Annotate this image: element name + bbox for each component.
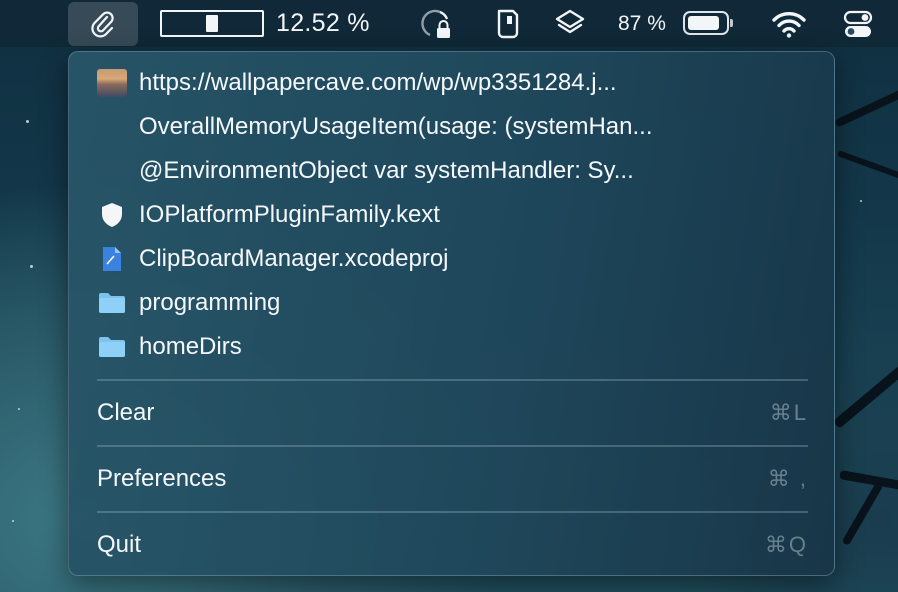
- battery-level-fill: [688, 16, 720, 30]
- clear-shortcut: ⌘L: [769, 400, 808, 425]
- layers-icon[interactable]: [550, 0, 590, 47]
- menu-separator: [97, 379, 808, 381]
- history-item-label: https://wallpapercave.com/wp/wp3351284.j…: [139, 69, 617, 96]
- tree-branch: [832, 363, 898, 429]
- menu-separator: [97, 511, 808, 513]
- menu-separator: [97, 445, 808, 447]
- quit-button[interactable]: Quit ⌘Q: [97, 523, 808, 567]
- clipboard-history-menu: https://wallpapercave.com/wp/wp3351284.j…: [68, 51, 835, 576]
- history-item-label: @EnvironmentObject var systemHandler: Sy…: [139, 157, 634, 184]
- memory-usage-percent: 12.52 %: [276, 9, 370, 37]
- tree-branch: [841, 481, 884, 546]
- shield-icon: [97, 201, 127, 229]
- history-item-label: homeDirs: [139, 333, 242, 360]
- control-center-icon[interactable]: [838, 0, 878, 47]
- quit-label: Quit: [97, 531, 142, 558]
- memory-usage-fill: [206, 15, 218, 32]
- clipboard-menu-button[interactable]: [68, 2, 138, 46]
- image-thumbnail-icon: [97, 69, 127, 97]
- clear-label: Clear: [97, 399, 155, 426]
- history-item[interactable]: OverallMemoryUsageItem(usage: (systemHan…: [69, 105, 834, 149]
- star: [26, 120, 29, 123]
- memory-usage-bar[interactable]: [160, 10, 264, 37]
- xcode-document-icon: [97, 245, 127, 273]
- tree-branch: [834, 82, 898, 128]
- history-item[interactable]: programming: [69, 281, 834, 325]
- folder-icon: [97, 289, 127, 317]
- history-item[interactable]: homeDirs: [69, 325, 834, 369]
- phone-icon[interactable]: [490, 0, 526, 47]
- preferences-label: Preferences: [97, 465, 227, 492]
- star: [30, 265, 33, 268]
- memory-lock-icon[interactable]: [416, 0, 456, 47]
- paperclip-icon: [91, 11, 114, 38]
- preferences-button[interactable]: Preferences ⌘ ,: [97, 457, 808, 501]
- star: [12, 520, 14, 522]
- history-item-label: programming: [139, 289, 281, 316]
- star: [18, 408, 20, 410]
- clear-button[interactable]: Clear ⌘L: [97, 391, 808, 435]
- history-item[interactable]: https://wallpapercave.com/wp/wp3351284.j…: [69, 61, 834, 105]
- tree-branch: [839, 470, 898, 493]
- tree-branch: [836, 150, 898, 184]
- battery-tip: [730, 19, 733, 27]
- battery-icon[interactable]: [683, 11, 733, 35]
- battery-percent: 87 %: [618, 11, 666, 35]
- wifi-icon[interactable]: [768, 0, 810, 47]
- battery-body: [683, 11, 729, 35]
- preferences-shortcut: ⌘ ,: [767, 466, 808, 491]
- history-item[interactable]: @EnvironmentObject var systemHandler: Sy…: [69, 149, 834, 193]
- history-item-label: OverallMemoryUsageItem(usage: (systemHan…: [139, 113, 653, 140]
- history-item[interactable]: IOPlatformPluginFamily.kext: [69, 193, 834, 237]
- history-item[interactable]: ClipBoardManager.xcodeproj: [69, 237, 834, 281]
- history-item-label: IOPlatformPluginFamily.kext: [139, 201, 440, 228]
- menu-bar: 12.52 % 87 %: [0, 0, 898, 47]
- quit-shortcut: ⌘Q: [764, 532, 808, 557]
- history-item-label: ClipBoardManager.xcodeproj: [139, 245, 449, 272]
- star: [860, 200, 862, 202]
- folder-icon: [97, 333, 127, 361]
